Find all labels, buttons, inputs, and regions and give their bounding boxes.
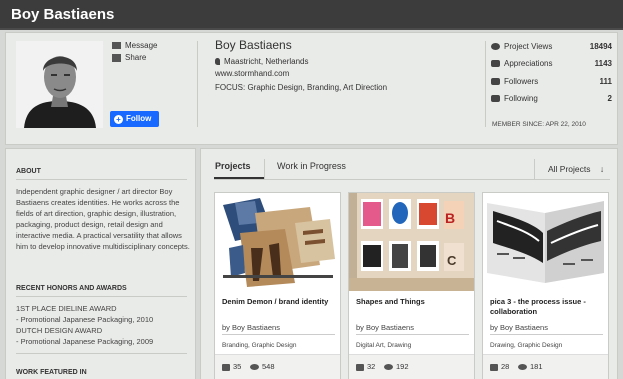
plus-icon: + <box>114 115 123 124</box>
stat-project-views: Project Views 18494 <box>491 42 612 54</box>
stat-appreciations: Appreciations 1143 <box>491 59 612 71</box>
project-card[interactable]: pica 3 - the process issue - collaborati… <box>482 192 609 379</box>
thumbs-up-icon <box>356 363 364 371</box>
page-title: Boy Bastiaens <box>11 6 115 23</box>
location-text: Maastricht, Netherlands <box>224 57 309 66</box>
stat-following[interactable]: Following 2 <box>491 94 612 106</box>
divider <box>534 159 535 179</box>
sidebar: ABOUT Independent graphic designer / art… <box>5 148 196 379</box>
profile-name: Boy Bastiaens <box>215 38 292 52</box>
follow-button[interactable]: + Follow <box>110 111 159 127</box>
message-button[interactable]: Message <box>112 41 157 50</box>
thumbs-up-icon <box>222 363 230 371</box>
project-stats: 28 181 <box>483 354 608 379</box>
stat-label: Appreciations <box>504 59 553 68</box>
views-count: 192 <box>384 362 409 371</box>
appreciations-count: 35 <box>222 362 241 371</box>
project-tags: Drawing, Graphic Design <box>490 342 563 349</box>
project-author[interactable]: by Boy Bastiaens <box>356 323 414 332</box>
divider <box>222 334 335 335</box>
project-title[interactable]: Shapes and Things <box>356 297 469 307</box>
focus-fields: FOCUS: Graphic Design, Branding, Art Dir… <box>215 83 388 92</box>
share-button[interactable]: Share <box>112 53 146 62</box>
honor-item: - Promotional Japanese Packaging, 2010 <box>16 315 154 324</box>
thumbs-up-icon <box>490 363 498 371</box>
avatar[interactable] <box>16 41 103 128</box>
eye-icon <box>384 364 393 371</box>
appreciations-count: 32 <box>356 362 375 371</box>
thumbs-up-icon <box>491 60 500 68</box>
stat-label: Following <box>504 94 538 103</box>
member-since: MEMBER SINCE: APR 22, 2010 <box>492 121 586 128</box>
views-count: 548 <box>250 362 275 371</box>
project-tags: Branding, Graphic Design <box>222 342 297 349</box>
divider <box>214 179 610 180</box>
profile-header: Message Share + Follow Boy Bastiaens Maas… <box>5 32 618 145</box>
down-arrow-icon: ↓ <box>599 164 605 174</box>
divider <box>16 353 187 354</box>
stat-value: 18494 <box>589 42 612 51</box>
filter-label: All Projects <box>548 164 591 174</box>
divider <box>16 296 187 297</box>
tab-work-in-progress[interactable]: Work in Progress <box>277 161 346 171</box>
svg-text:B: B <box>445 210 455 226</box>
share-label: Share <box>125 53 147 62</box>
person-icon <box>491 78 500 86</box>
divider <box>490 334 603 335</box>
person-icon <box>491 95 500 103</box>
divider <box>16 179 187 180</box>
divider <box>264 159 265 179</box>
share-icon <box>112 53 121 62</box>
project-filter-dropdown[interactable]: All Projects ↓ <box>548 164 604 174</box>
project-thumbnail[interactable] <box>483 193 608 291</box>
project-author[interactable]: by Boy Bastiaens <box>222 323 280 332</box>
projects-panel: Projects Work in Progress All Projects ↓ <box>200 148 618 379</box>
divider <box>485 41 486 127</box>
eye-icon <box>250 364 259 371</box>
envelope-icon <box>112 42 121 50</box>
honor-item: 1ST PLACE DIELINE AWARD <box>16 304 117 313</box>
stat-label: Project Views <box>504 42 553 51</box>
honors-heading: RECENT HONORS AND AWARDS <box>16 285 127 292</box>
divider <box>356 334 469 335</box>
project-card[interactable]: B C Shapes and Things by Boy Bastiaens D… <box>348 192 475 379</box>
stat-followers[interactable]: Followers 111 <box>491 77 612 89</box>
views-count: 181 <box>518 362 543 371</box>
stat-value: 1143 <box>594 59 612 68</box>
project-author[interactable]: by Boy Bastiaens <box>490 323 548 332</box>
project-title[interactable]: Denim Demon / brand identity <box>222 297 335 307</box>
appreciations-count: 28 <box>490 362 509 371</box>
stat-value: 111 <box>599 77 612 86</box>
about-text: Independent graphic designer / art direc… <box>16 187 190 251</box>
project-tags: Digital Art, Drawing <box>356 342 412 349</box>
stat-value: 2 <box>607 94 612 103</box>
tab-projects[interactable]: Projects <box>215 161 251 171</box>
svg-text:C: C <box>447 253 457 268</box>
project-stats: 35 548 <box>215 354 340 379</box>
project-thumbnail[interactable] <box>215 193 340 291</box>
location-pin-icon <box>215 58 220 66</box>
stat-label: Followers <box>504 77 539 86</box>
about-heading: ABOUT <box>16 168 41 175</box>
project-thumbnail[interactable]: B C <box>349 193 474 291</box>
divider <box>197 41 198 127</box>
project-title[interactable]: pica 3 - the process issue - collaborati… <box>490 297 603 317</box>
message-label: Message <box>125 41 158 50</box>
eye-icon <box>518 364 527 371</box>
website-link[interactable]: www.stormhand.com <box>215 69 289 78</box>
project-card[interactable]: Denim Demon / brand identity by Boy Bast… <box>214 192 341 379</box>
location: Maastricht, Netherlands <box>215 57 308 66</box>
project-stats: 32 192 <box>349 354 474 379</box>
follow-label: Follow <box>126 114 152 123</box>
honor-item: - Promotional Japanese Packaging, 2009 <box>16 337 154 346</box>
top-bar: Boy Bastiaens <box>0 0 623 30</box>
honor-item: DUTCH DESIGN AWARD <box>16 326 103 335</box>
eye-icon <box>491 43 500 51</box>
featured-heading: WORK FEATURED IN <box>16 369 87 376</box>
